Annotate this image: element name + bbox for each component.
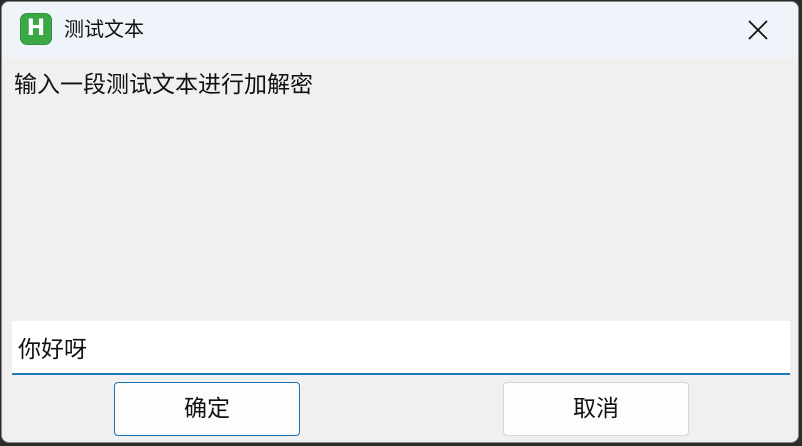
prompt-label: 输入一段测试文本进行加解密 bbox=[14, 72, 313, 98]
text-input[interactable] bbox=[12, 321, 790, 375]
ok-button[interactable]: 确定 bbox=[114, 382, 300, 436]
window-title: 测试文本 bbox=[64, 17, 144, 41]
cancel-button[interactable]: 取消 bbox=[503, 382, 689, 436]
dialog-window: H 测试文本 输入一段测试文本进行加解密 确定 取消 bbox=[1, 1, 799, 443]
title-bar: H 测试文本 bbox=[2, 2, 798, 58]
app-h-icon: H bbox=[20, 13, 52, 45]
app-icon-letter: H bbox=[26, 16, 46, 41]
close-button[interactable] bbox=[718, 2, 798, 58]
close-icon bbox=[748, 20, 768, 40]
